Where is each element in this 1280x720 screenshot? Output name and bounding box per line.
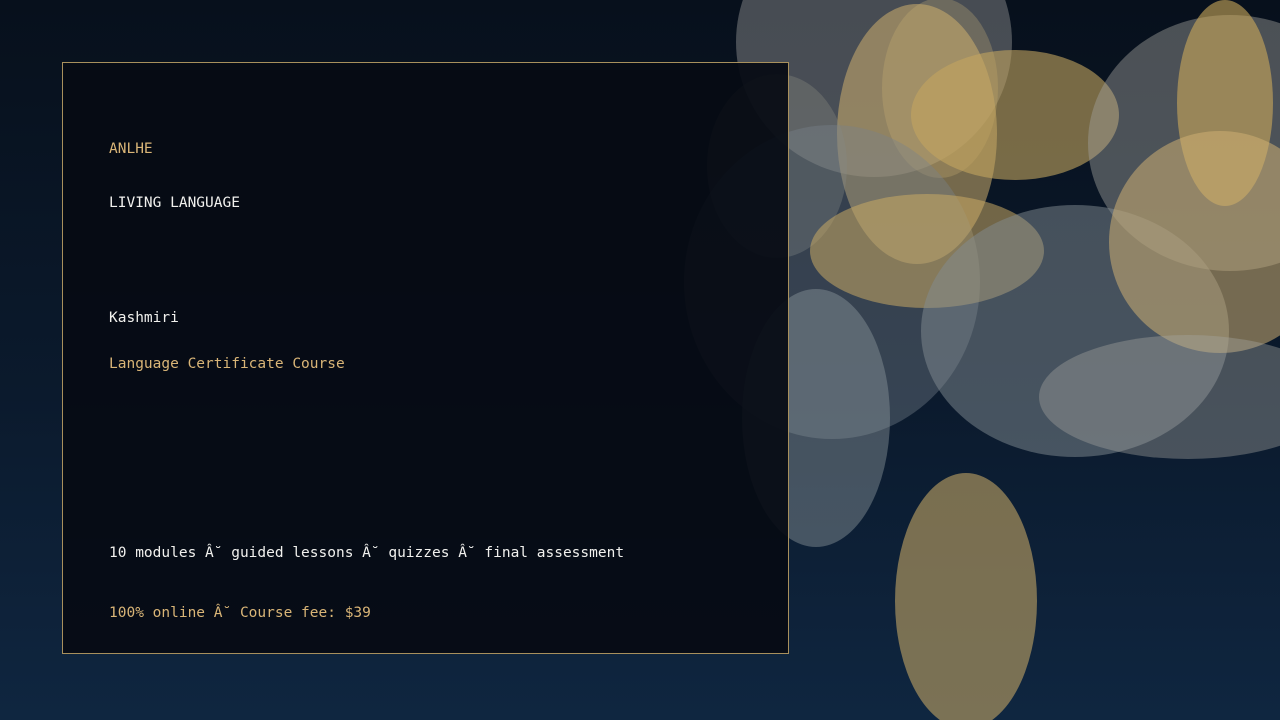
course-card: ANLHE LIVING LANGUAGE Kashmiri Language … xyxy=(62,62,789,654)
course-fee-line: 100% online Â˘ Course fee: $39 xyxy=(109,605,371,621)
brand-tagline: LIVING LANGUAGE xyxy=(109,195,240,211)
course-details: 10 modules Â˘ guided lessons Â˘ quizzes … xyxy=(109,545,625,561)
brand-name: ANLHE xyxy=(109,141,153,157)
course-title: Language Certificate Course xyxy=(109,356,345,372)
bokeh-circle xyxy=(911,50,1119,180)
language-name: Kashmiri xyxy=(109,310,179,326)
bokeh-circle xyxy=(895,473,1037,720)
